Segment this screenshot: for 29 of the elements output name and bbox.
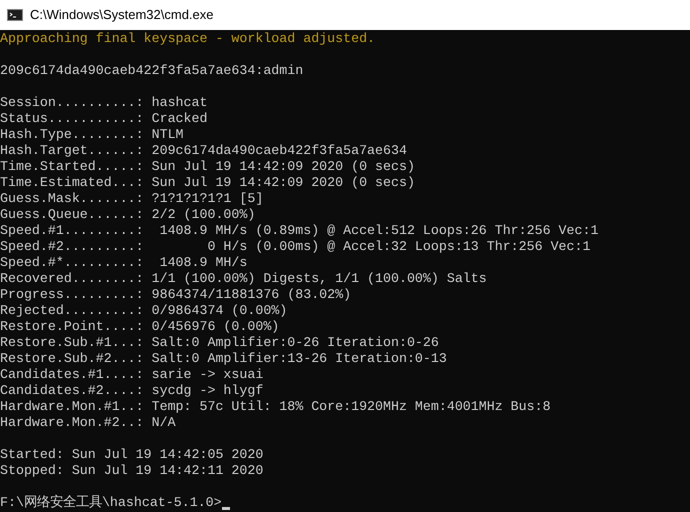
output-line: Rejected.........: 0/9864374 (0.00%) (0, 303, 288, 319)
output-line: Restore.Sub.#2...: Salt:0 Amplifier:13-26 Iteration:0-13 (0, 351, 447, 367)
output-line: Hash.Target......: 209c6174da490caeb422f3fa5a7ae634 (0, 143, 407, 159)
output-line: Session..........: hashcat (0, 95, 208, 111)
output-line: Restore.Point....: 0/456976 (0.00%) (0, 319, 280, 335)
console-app-icon (7, 9, 23, 21)
output-line: Recovered........: 1/1 (100.00%) Digests, 1/1 (100.00%) Salts (0, 271, 487, 287)
output-line: Speed.#2.........: 0 H/s (0.00ms) @ Accel:32 Loops:13 Thr:256 Vec:1 (0, 239, 590, 255)
warning-line: Approaching final keyspace - workload adjusted. (0, 31, 376, 47)
output-line: Time.Estimated...: Sun Jul 19 14:42:09 2020 (0 secs) (0, 175, 415, 191)
output-line: Candidates.#1....: sarie -> xsuai (0, 367, 264, 383)
output-line: Stopped: Sun Jul 19 14:42:11 2020 (0, 463, 264, 479)
text-cursor (222, 507, 230, 510)
output-line: Hardware.Mon.#2..: N/A (0, 415, 176, 431)
window-title: C:\Windows\System32\cmd.exe (30, 6, 214, 24)
output-line: Speed.#*.........: 1408.9 MH/s (0, 255, 248, 271)
output-line: Time.Started.....: Sun Jul 19 14:42:09 2020 (0 secs) (0, 159, 415, 175)
output-line: Restore.Sub.#1...: Salt:0 Amplifier:0-26 Iteration:0-26 (0, 335, 439, 351)
output-line: Guess.Queue......: 2/2 (100.00%) (0, 207, 256, 223)
output-line: Progress.........: 9864374/11881376 (83.02%) (0, 287, 352, 303)
command-prompt: F:\网络安全工具\hashcat-5.1.0> (0, 495, 222, 511)
output-line: Candidates.#2....: sycdg -> hlygf (0, 383, 264, 399)
output-line: Status...........: Cracked (0, 111, 208, 127)
output-line: 209c6174da490caeb422f3fa5a7ae634:admin (0, 63, 304, 79)
output-line: Hardware.Mon.#1..: Temp: 57c Util: 18% Core:1920MHz Mem:4001MHz Bus:8 (0, 399, 551, 415)
output-line: Hash.Type........: NTLM (0, 127, 184, 143)
output-line: Started: Sun Jul 19 14:42:05 2020 (0, 447, 264, 463)
output-line: Guess.Mask.......: ?1?1?1?1?1 [5] (0, 191, 264, 207)
output-line: Speed.#1.........: 1408.9 MH/s (0.89ms) @ Accel:512 Loops:26 Thr:256 Vec:1 (0, 223, 598, 239)
